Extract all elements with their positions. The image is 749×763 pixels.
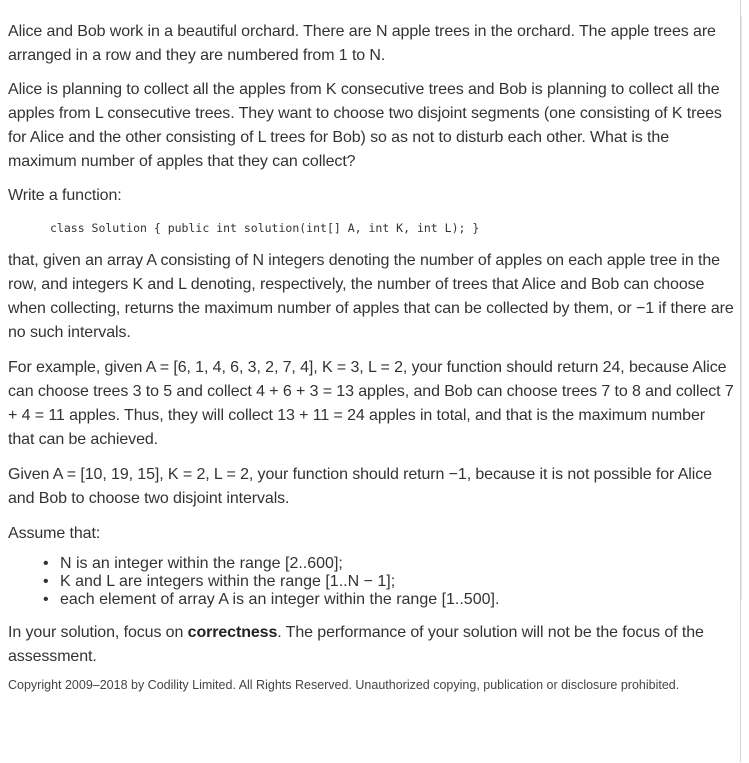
write-function-label: Write a function:	[8, 187, 122, 204]
function-signature-code: class Solution { public int solution(int…	[50, 221, 480, 235]
focus-keyword: correctness	[187, 624, 278, 641]
constraint-item: • each element of array A is an integer w…	[43, 591, 500, 608]
bullet-icon: •	[43, 573, 49, 590]
example-2-paragraph: Given A = [10, 19, 15], K = 2, L = 2, yo…	[8, 466, 712, 507]
intro-paragraph: Alice and Bob work in a beautiful orchar…	[8, 23, 716, 64]
copyright-notice: Copyright 2009–2018 by Codility Limited.…	[8, 678, 680, 692]
scrollbar-track[interactable]	[741, 16, 749, 600]
plan-paragraph: Alice is planning to collect all the app…	[8, 81, 722, 170]
constraint-item: • K and L are integers within the range […	[43, 573, 396, 590]
assume-label: Assume that:	[8, 525, 101, 542]
example-1-paragraph: For example, given A = [6, 1, 4, 6, 3, 2…	[8, 359, 734, 448]
constraints-list: • N is an integer within the range [2..60…	[8, 555, 734, 609]
bullet-icon: •	[43, 555, 49, 572]
focus-paragraph: In your solution, focus on correctness. …	[8, 624, 704, 665]
task-description: Alice and Bob work in a beautiful orchar…	[8, 20, 734, 694]
description-paragraph: that, given an array A consisting of N i…	[8, 252, 734, 341]
bullet-icon: •	[43, 591, 49, 608]
constraint-item: • N is an integer within the range [2..60…	[43, 555, 343, 572]
